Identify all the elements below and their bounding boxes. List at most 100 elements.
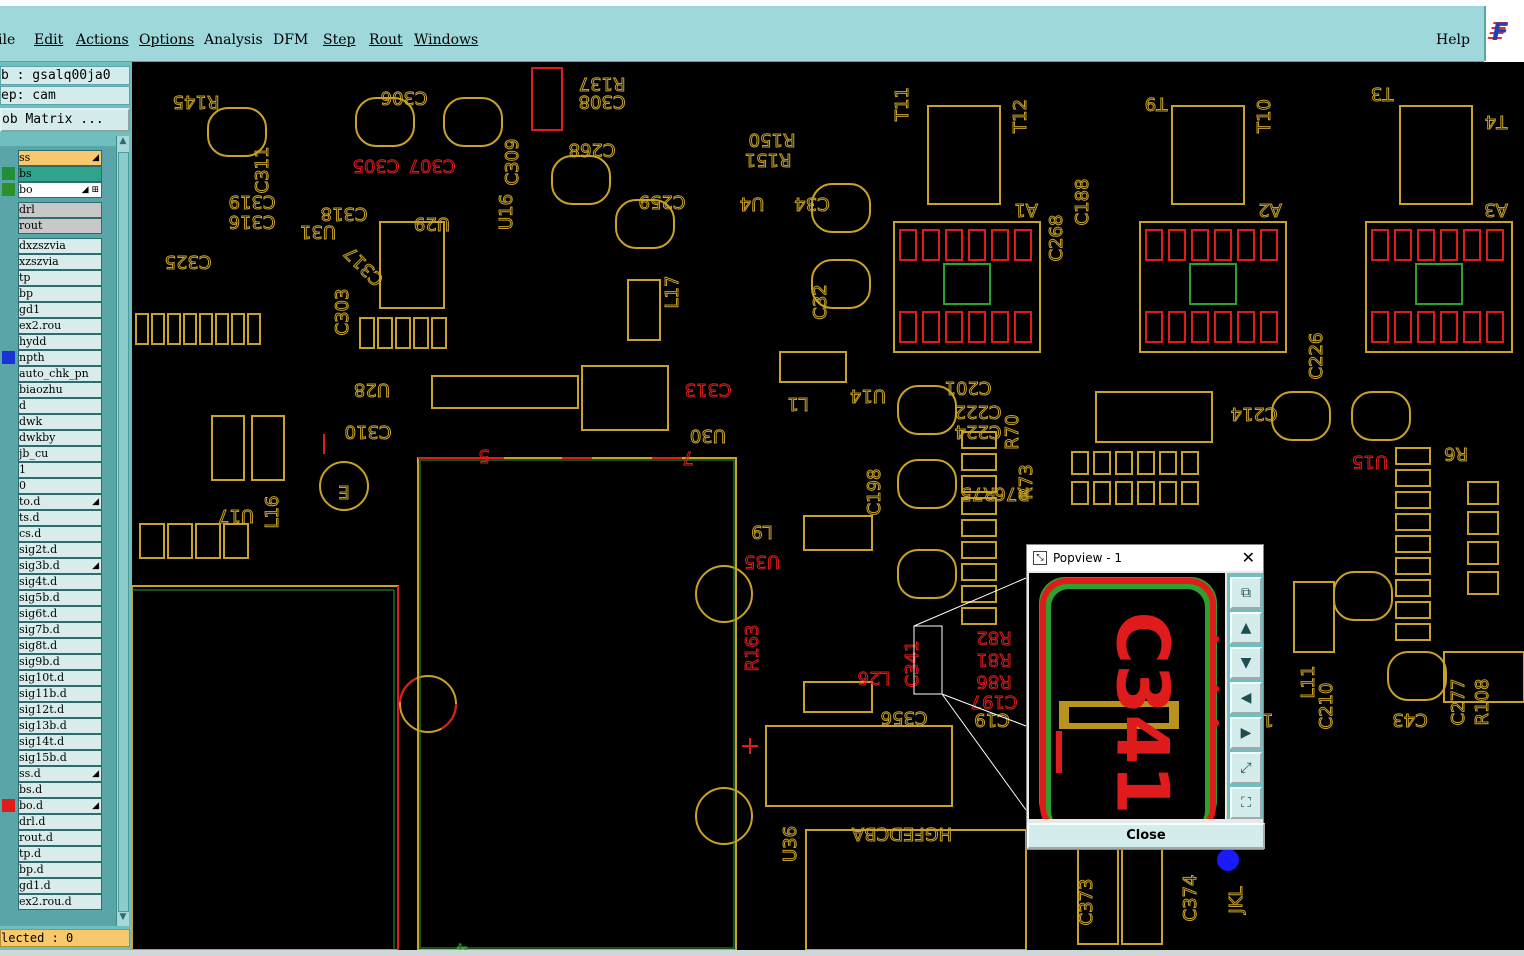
ref-designator: R82 <box>976 627 1011 648</box>
layer-item[interactable]: sig10t.d <box>18 670 102 686</box>
layer-item[interactable]: ts.d <box>18 510 102 526</box>
layer-name: dxzszvia <box>19 239 66 252</box>
layer-name: tp <box>19 271 31 284</box>
menu-actions[interactable]: Actions <box>76 32 129 48</box>
menu-help[interactable]: Help <box>1436 32 1470 48</box>
layer-item[interactable]: dwk <box>18 414 102 430</box>
layer-item[interactable]: dxzszvia <box>18 238 102 254</box>
menu-edit[interactable]: Edit <box>34 32 63 48</box>
layer-item[interactable]: drl.d <box>18 814 102 830</box>
layer-item[interactable]: 1 <box>18 462 102 478</box>
layer-item[interactable]: auto_chk_pn <box>18 366 102 382</box>
layer-item[interactable]: tp.d <box>18 846 102 862</box>
menu-windows-label: Windows <box>414 32 479 48</box>
layer-name: sig2t.d <box>19 543 58 556</box>
layer-item[interactable]: ex2.rou <box>18 318 102 334</box>
layer-item[interactable]: sig15b.d <box>18 750 102 766</box>
layer-item[interactable]: biaozhu <box>18 382 102 398</box>
layer-item[interactable]: bp <box>18 286 102 302</box>
scroll-up-icon[interactable]: ▲ <box>117 136 129 150</box>
popview-viewport[interactable]: C341 <box>1029 573 1225 819</box>
pan-up-icon[interactable]: ▲ <box>1230 612 1262 644</box>
layer-item[interactable]: drl <box>18 202 102 218</box>
layer-item[interactable]: xzszvia <box>18 254 102 270</box>
menu-file[interactable]: ile <box>0 32 15 48</box>
layer-color-swatch[interactable] <box>2 183 15 196</box>
layer-item[interactable]: bp.d <box>18 862 102 878</box>
layer-item[interactable]: gd1 <box>18 302 102 318</box>
layer-item[interactable]: sig9b.d <box>18 654 102 670</box>
pan-right-icon[interactable]: ▶ <box>1230 717 1262 749</box>
layer-name: rout <box>19 219 43 232</box>
zoom-window-icon[interactable]: ⧉ <box>1230 577 1262 609</box>
layer-item[interactable]: rout.d <box>18 830 102 846</box>
pcb-layout[interactable]: R145 C306 R137C308 C311 C305 C307 C309 U16 C268 R… <box>131 62 1524 956</box>
layer-item[interactable]: ss.d ◢ <box>18 766 102 782</box>
layer-name: ts.d <box>19 511 40 524</box>
layer-item[interactable]: bs <box>18 166 102 182</box>
popview-close-button[interactable]: Close <box>1027 823 1265 849</box>
zoom-fit-icon[interactable]: ⤢ <box>1230 752 1262 784</box>
zoom-home-icon[interactable]: ⛶ <box>1230 787 1262 819</box>
ref-designator: C318 <box>321 203 368 224</box>
layer-color-swatch[interactable] <box>2 351 15 364</box>
layer-item[interactable]: npth <box>18 350 102 366</box>
layer-item[interactable]: to.d ◢ <box>18 494 102 510</box>
scroll-down-icon[interactable]: ▼ <box>117 912 129 926</box>
layer-item[interactable]: sig6t.d <box>18 606 102 622</box>
menu-analysis[interactable]: Analysis <box>204 32 263 48</box>
job-matrix-button[interactable]: ob Matrix ... <box>0 108 130 132</box>
layer-name: sig9b.d <box>19 655 60 668</box>
layer-item[interactable]: 0 <box>18 478 102 494</box>
graphic-canvas[interactable]: R145 C306 R137 C308 C311 C305 C307 C309 U16 C268 R… <box>131 62 1524 956</box>
ref-designator: C374 <box>1180 875 1201 922</box>
ref-designator: C316 <box>229 211 276 232</box>
layer-item[interactable]: sig8t.d <box>18 638 102 654</box>
close-icon[interactable]: ✕ <box>1242 545 1255 571</box>
layer-item[interactable]: ex2.rou.d <box>18 894 102 910</box>
scroll-thumb[interactable] <box>118 152 129 912</box>
layer-item[interactable]: bo ◢ ⊞ <box>18 182 102 198</box>
layer-item[interactable]: sig7b.d <box>18 622 102 638</box>
ref-designator: C259 <box>639 191 686 212</box>
ref-designator: L16 <box>262 496 283 529</box>
layer-item[interactable]: bo.d ◢ <box>18 798 102 814</box>
layer-item[interactable]: sig4t.d <box>18 574 102 590</box>
layer-item[interactable]: sig3b.d ◢ <box>18 558 102 574</box>
layer-item[interactable]: dwkby <box>18 430 102 446</box>
layer-name: gd1.d <box>19 879 51 892</box>
layer-item[interactable]: sig2t.d <box>18 542 102 558</box>
layer-name: cs.d <box>19 527 42 540</box>
layer-item[interactable]: gd1.d <box>18 878 102 894</box>
menu-windows[interactable]: Windows <box>414 32 478 48</box>
menu-rout[interactable]: Rout <box>369 32 403 48</box>
pan-left-icon[interactable]: ◀ <box>1230 682 1262 714</box>
layer-item[interactable]: sig5b.d <box>18 590 102 606</box>
layer-item[interactable]: sig13b.d <box>18 718 102 734</box>
ref-designator: T4 <box>1485 111 1508 132</box>
menu-step[interactable]: Step <box>323 32 355 48</box>
layer-item[interactable]: hydd <box>18 334 102 350</box>
layer-item[interactable]: jb_cu <box>18 446 102 462</box>
layer-item[interactable]: d <box>18 398 102 414</box>
layer-item[interactable]: bs.d <box>18 782 102 798</box>
layer-item[interactable]: sig12t.d <box>18 702 102 718</box>
menu-options[interactable]: Options <box>139 32 194 48</box>
menu-dfm[interactable]: DFM <box>273 32 308 48</box>
layer-item[interactable]: ss ◢ <box>18 150 102 166</box>
layer-color-swatch[interactable] <box>2 167 15 180</box>
layer-scrollbar[interactable]: ▲ ▼ <box>116 136 129 926</box>
left-panel: b : gsalq00ja0 ep: cam ob Matrix ... ss ◢… <box>0 62 132 956</box>
pan-down-icon[interactable]: ▼ <box>1230 647 1262 679</box>
popview-titlebar[interactable]: ⤡ Popview - 1 ✕ <box>1027 545 1263 571</box>
ref-designator: U4 <box>740 193 765 214</box>
layer-item[interactable]: sig11b.d <box>18 686 102 702</box>
layer-color-swatch[interactable] <box>2 799 15 812</box>
layer-name: sig15b.d <box>19 751 67 764</box>
layer-name: bp <box>19 287 34 300</box>
layer-item[interactable]: cs.d <box>18 526 102 542</box>
layer-item[interactable]: sig14t.d <box>18 734 102 750</box>
layer-flag-icon: ◢ <box>92 497 99 507</box>
layer-item[interactable]: rout <box>18 218 102 234</box>
layer-item[interactable]: tp <box>18 270 102 286</box>
